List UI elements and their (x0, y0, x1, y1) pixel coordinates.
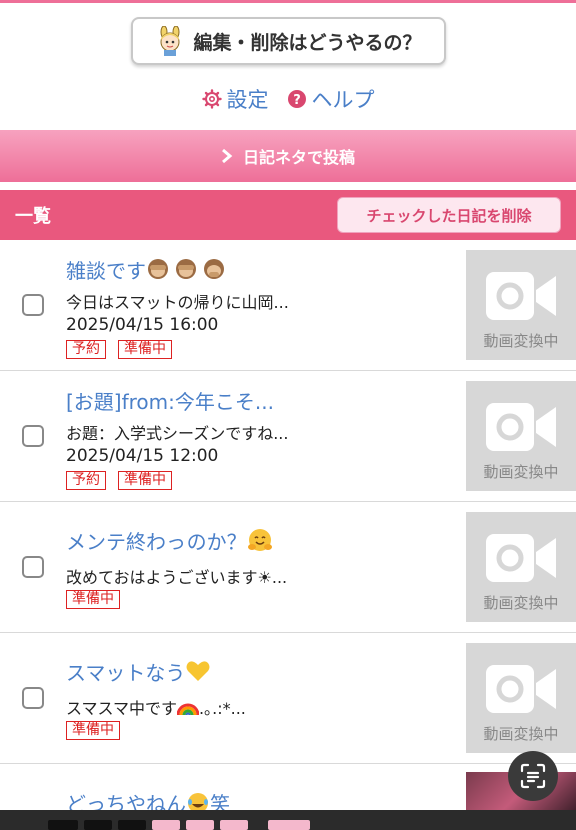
post-from-diary-topic-button[interactable]: 日記ネタで投稿 (0, 130, 576, 182)
list-header: 一覧 チェックした日記を削除 (0, 190, 576, 240)
entry-title-text: メンテ終わっのか？ (66, 530, 247, 554)
thumb-caption: 動画変換中 (483, 332, 559, 350)
entry-badges: 予約 準備中 (66, 340, 172, 359)
thumb-caption: 動画変換中 (483, 594, 559, 612)
edit-delete-help-button[interactable]: 編集・削除はどうやるの？ (131, 17, 446, 65)
entry-title[interactable]: メンテ終わっのか？ (66, 526, 273, 555)
preparing-badge: 準備中 (66, 590, 120, 609)
settings-label: 設定 (226, 88, 269, 112)
taskbar-tile[interactable] (84, 820, 112, 830)
taskbar-tile[interactable] (118, 820, 146, 830)
video-thumbnail[interactable]: 動画変換中 (466, 250, 576, 360)
video-thumbnail[interactable]: 動画変換中 (466, 643, 576, 753)
video-camera-icon (486, 665, 556, 713)
entry-datetime: 2025/04/15 16:00 (66, 315, 219, 335)
entry-excerpt: お題：入学式シーズンですね... (66, 424, 289, 443)
entry-checkbox[interactable] (22, 556, 44, 578)
video-thumbnail[interactable]: 動画変換中 (466, 512, 576, 622)
hugging-face-emoji-icon (247, 529, 272, 551)
reserved-badge: 予約 (66, 471, 106, 490)
screen-scan-button[interactable] (508, 751, 558, 801)
entry-excerpt: 今日はスマットの帰りに山岡... (66, 293, 289, 312)
entry-excerpt: スマスマ中です .｡.:*... (66, 695, 246, 719)
entry-badges: 準備中 (66, 590, 120, 609)
entry-title[interactable]: 雑談です (66, 255, 230, 284)
svg-text:?: ? (293, 93, 301, 108)
gear-icon (201, 89, 222, 109)
video-thumbnail[interactable]: 動画変換中 (466, 381, 576, 491)
scan-text-icon (520, 763, 546, 789)
entry-checkbox[interactable] (22, 294, 44, 316)
diary-entry-row[interactable]: [お題]from:今年こそ... お題：入学式シーズンですね... 2025/0… (0, 371, 576, 502)
video-camera-icon (486, 403, 556, 451)
preparing-badge: 準備中 (118, 471, 172, 490)
list-title: 一覧 (15, 206, 51, 227)
entry-excerpt-tail: .｡.:*... (199, 699, 246, 718)
help-link[interactable]: ? ヘルプ (287, 84, 375, 114)
help-label: ヘルプ (311, 88, 375, 112)
entry-checkbox[interactable] (22, 425, 44, 447)
question-icon: ? (287, 90, 306, 108)
entry-datetime: 2025/04/15 12:00 (66, 446, 219, 466)
thumb-caption: 動画変換中 (483, 463, 559, 481)
entry-badges: 準備中 (66, 721, 120, 740)
reserved-badge: 予約 (66, 340, 106, 359)
thumb-caption: 動画変換中 (483, 725, 559, 743)
entry-excerpt-text: スマスマ中です (66, 699, 178, 718)
rainbow-emoji-icon (177, 703, 200, 716)
taskbar-tile[interactable] (152, 820, 180, 830)
taskbar-tile[interactable] (48, 820, 78, 830)
yellow-heart-emoji-icon (186, 661, 210, 681)
settings-help-links: 設定 ? ヘルプ (0, 84, 576, 114)
delete-checked-button[interactable]: チェックした日記を削除 (337, 197, 561, 233)
taskbar-tile[interactable] (268, 820, 310, 830)
taskbar-tile[interactable] (186, 820, 214, 830)
entry-title[interactable]: [お題]from:今年こそ... (66, 386, 274, 415)
entry-title-text: スマットなう (66, 661, 186, 685)
mascot-icon (155, 26, 185, 56)
chevron-right-icon (222, 148, 233, 164)
preparing-badge: 準備中 (66, 721, 120, 740)
diary-entry-row[interactable]: 雑談です 今日はスマットの帰りに山岡... 2025/04/15 16:00 予… (0, 240, 576, 371)
entry-title[interactable]: スマットなう (66, 657, 211, 686)
post-bar-label: 日記ネタで投稿 (242, 148, 355, 167)
top-accent-strip (0, 0, 576, 3)
help-button-label: 編集・削除はどうやるの？ (193, 31, 422, 54)
settings-link[interactable]: 設定 (201, 84, 269, 114)
taskbar-tile[interactable] (220, 820, 248, 830)
entry-title-text: 雑談です (66, 259, 146, 283)
entry-checkbox[interactable] (22, 687, 44, 709)
video-camera-icon (486, 534, 556, 582)
entry-excerpt: 改めておはようございます☀... (66, 568, 288, 587)
diary-entry-row[interactable]: スマットなう スマスマ中です .｡.:*... 準備中 動画変換中 (0, 633, 576, 764)
see-no-evil-monkey-emoji-icon (148, 259, 224, 279)
diary-entry-row[interactable]: メンテ終わっのか？ 改めておはようございます☀... 準備中 動画変換中 (0, 502, 576, 633)
taskbar-strip (0, 810, 576, 830)
preparing-badge: 準備中 (118, 340, 172, 359)
video-camera-icon (486, 272, 556, 320)
entry-badges: 予約 準備中 (66, 471, 172, 490)
